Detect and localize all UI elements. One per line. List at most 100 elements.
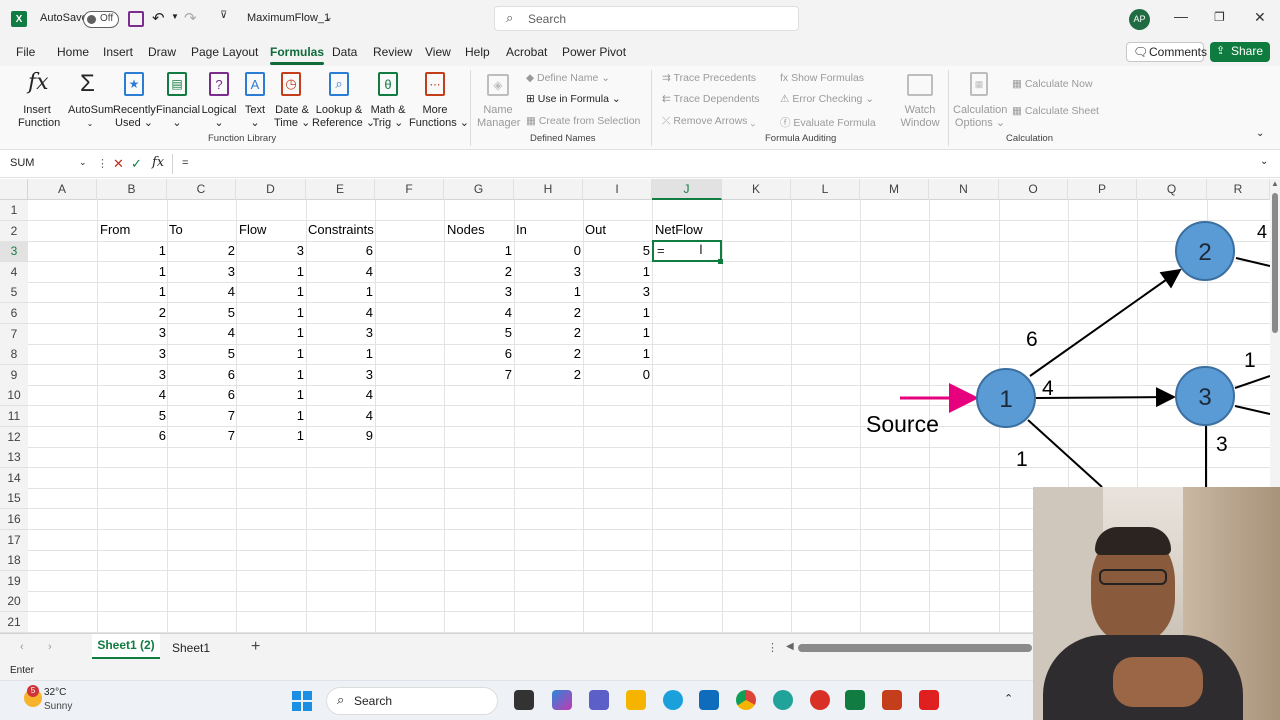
column-header-k[interactable]: K	[722, 179, 791, 200]
row-header-3[interactable]: 3	[0, 241, 28, 263]
row-header-16[interactable]: 16	[0, 509, 28, 530]
menu-page-layout[interactable]: Page Layout	[191, 45, 258, 59]
cell-out[interactable]: 1	[590, 323, 650, 343]
define-name-button[interactable]: ◆ Define Name ⌄	[526, 72, 610, 84]
cell-to[interactable]: 6	[175, 365, 235, 385]
autosave-toggle[interactable]: Off	[83, 11, 119, 28]
column-header-n[interactable]: N	[929, 179, 999, 200]
cell-flow[interactable]: 1	[244, 344, 304, 364]
cell-in[interactable]: 2	[521, 323, 581, 343]
row-header-18[interactable]: 18	[0, 550, 28, 572]
row-header-2[interactable]: 2	[0, 220, 28, 242]
column-header-f[interactable]: F	[375, 179, 444, 200]
cell-from[interactable]: 3	[106, 344, 166, 364]
cell-from[interactable]: 3	[106, 323, 166, 343]
column-header-j[interactable]: J	[652, 179, 722, 200]
row-header-1[interactable]: 1	[0, 200, 28, 221]
more-options-icon[interactable]: ⋮	[767, 641, 778, 654]
trace-dependents-button[interactable]: ⇇ Trace Dependents	[662, 93, 760, 105]
excel-taskbar-icon[interactable]	[845, 690, 865, 710]
menu-review[interactable]: Review	[373, 45, 412, 59]
cell-input[interactable]: =	[657, 243, 665, 258]
cell-from[interactable]: 1	[106, 282, 166, 302]
cell-flow[interactable]: 1	[244, 385, 304, 405]
close-icon[interactable]: ✕	[1254, 9, 1266, 26]
row-header-12[interactable]: 12	[0, 426, 28, 448]
app-icon[interactable]	[773, 690, 793, 710]
cell-node[interactable]: 2	[452, 262, 512, 282]
cell-flow[interactable]: 3	[244, 241, 304, 261]
menu-file[interactable]: File	[16, 45, 35, 59]
select-all-corner[interactable]	[0, 179, 28, 200]
edge-icon[interactable]	[663, 690, 683, 710]
sheet-tab-active[interactable]: Sheet1 (2)	[92, 634, 160, 659]
redo-icon[interactable]: ↷	[184, 9, 197, 27]
customize-toolbar-icon[interactable]: ⊽	[220, 10, 227, 21]
menu-power-pivot[interactable]: Power Pivot	[562, 45, 626, 59]
column-header-l[interactable]: L	[791, 179, 860, 200]
chevron-down-icon[interactable]: ⌄	[325, 12, 333, 23]
cell-flow[interactable]: 1	[244, 365, 304, 385]
chevron-down-icon[interactable]: ▼	[171, 12, 179, 21]
column-header-p[interactable]: P	[1068, 179, 1137, 200]
cell-from[interactable]: 5	[106, 406, 166, 426]
row-header-20[interactable]: 20	[0, 591, 28, 613]
menu-acrobat[interactable]: Acrobat	[506, 45, 547, 59]
cell-in[interactable]: 0	[521, 241, 581, 261]
sheet-tab[interactable]: Sheet1	[166, 634, 216, 660]
expand-formula-bar-icon[interactable]: ⌄	[1260, 156, 1268, 167]
calculate-now-button[interactable]: ▦ Calculate Now	[1012, 78, 1093, 90]
task-view-icon[interactable]	[514, 690, 534, 710]
cell-constraint[interactable]: 1	[313, 282, 373, 302]
file-explorer-icon[interactable]	[626, 690, 646, 710]
row-header-21[interactable]: 21	[0, 612, 28, 633]
use-in-formula-button[interactable]: ⊞ Use in Formula ⌄	[526, 93, 621, 105]
cell-node[interactable]: 4	[452, 303, 512, 323]
cell-to[interactable]: 4	[175, 323, 235, 343]
cell-to[interactable]: 4	[175, 282, 235, 302]
row-header-14[interactable]: 14	[0, 467, 28, 489]
cell-node[interactable]: 3	[452, 282, 512, 302]
row-header-9[interactable]: 9	[0, 364, 28, 386]
cell-constraint[interactable]: 4	[313, 303, 373, 323]
outlook-icon[interactable]	[699, 690, 719, 710]
trace-precedents-button[interactable]: ⇉ Trace Precedents	[662, 72, 756, 84]
cell-flow[interactable]: 1	[244, 426, 304, 446]
cell-flow[interactable]: 1	[244, 282, 304, 302]
chrome-icon[interactable]	[736, 690, 756, 710]
avatar[interactable]: AP	[1129, 9, 1150, 30]
column-header-m[interactable]: M	[860, 179, 929, 200]
row-header-11[interactable]: 11	[0, 406, 28, 427]
cell-from[interactable]: 3	[106, 365, 166, 385]
column-header-e[interactable]: E	[306, 179, 375, 200]
show-formulas-button[interactable]: fx Show Formulas	[780, 72, 864, 84]
search-box[interactable]: ⌕ Search	[494, 6, 799, 31]
column-header-r[interactable]: R	[1207, 179, 1270, 200]
save-icon[interactable]	[128, 11, 144, 27]
row-header-10[interactable]: 10	[0, 385, 28, 407]
cell-node[interactable]: 5	[452, 323, 512, 343]
column-header-c[interactable]: C	[167, 179, 236, 200]
remove-arrows-button[interactable]: ⤫ Remove Arrows ⌄	[662, 115, 755, 128]
add-sheet-icon[interactable]: +	[251, 638, 260, 656]
scroll-up-icon[interactable]: ▲	[1271, 179, 1279, 188]
column-header-o[interactable]: O	[999, 179, 1068, 200]
next-sheet-icon[interactable]: ›	[48, 641, 52, 653]
menu-draw[interactable]: Draw	[148, 45, 176, 59]
row-header-4[interactable]: 4	[0, 261, 28, 283]
taskbar-search[interactable]: ⌕ Search	[326, 687, 498, 715]
cell-constraint[interactable]: 4	[313, 385, 373, 405]
column-header-a[interactable]: A	[28, 179, 97, 200]
row-header-15[interactable]: 15	[0, 488, 28, 510]
cell-from[interactable]: 4	[106, 385, 166, 405]
cell-to[interactable]: 7	[175, 406, 235, 426]
menu-data[interactable]: Data	[332, 45, 357, 59]
cell-in[interactable]: 2	[521, 303, 581, 323]
cell-to[interactable]: 3	[175, 262, 235, 282]
cell-from[interactable]: 1	[106, 241, 166, 261]
prev-sheet-icon[interactable]: ‹	[20, 641, 24, 653]
confirm-entry-icon[interactable]: ✓	[131, 156, 142, 172]
row-header-5[interactable]: 5	[0, 282, 28, 304]
menu-formulas[interactable]: Formulas	[270, 45, 325, 65]
cell-out[interactable]: 1	[590, 262, 650, 282]
